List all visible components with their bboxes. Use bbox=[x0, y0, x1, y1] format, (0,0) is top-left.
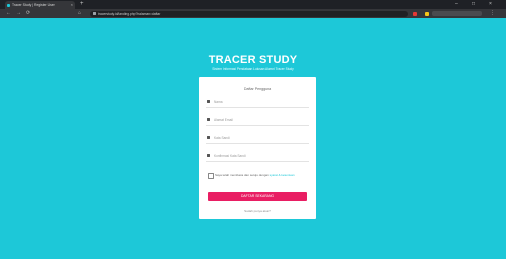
forward-button[interactable]: → bbox=[16, 9, 21, 18]
password-input[interactable] bbox=[214, 134, 306, 142]
agree-text: Saya telah membaca dan setuju dengan sya… bbox=[215, 173, 309, 177]
tab-title: Tracer Study | Register User bbox=[12, 3, 55, 7]
user-icon bbox=[207, 100, 210, 103]
terms-link[interactable]: syarat & ketentuan bbox=[270, 173, 295, 177]
register-button[interactable]: DAFTAR SEKARANG bbox=[208, 192, 307, 201]
browser-tab[interactable]: Tracer Study | Register User × bbox=[5, 1, 75, 9]
new-tab-button[interactable]: + bbox=[80, 0, 84, 9]
lock-icon bbox=[207, 154, 210, 157]
password-field bbox=[206, 133, 309, 144]
login-link[interactable]: Sudah punya akun? bbox=[199, 209, 316, 213]
browser-toolbar: ← → ⟳ ⌂ tracerstudy.id/landing.php?halam… bbox=[0, 9, 506, 18]
address-url: tracerstudy.id/landing.php?halaman=dafta… bbox=[98, 11, 161, 16]
minimize-button[interactable]: – bbox=[455, 0, 458, 9]
register-card-title: Daftar Pengguna bbox=[243, 87, 272, 91]
page-subtitle: Sistem Informasi Pendataan Lulusan Alumn… bbox=[212, 67, 294, 71]
email-field bbox=[206, 115, 309, 126]
back-button[interactable]: ← bbox=[6, 9, 11, 18]
home-button[interactable]: ⌂ bbox=[78, 9, 81, 18]
name-input[interactable] bbox=[214, 98, 306, 106]
extension-yellow-icon[interactable] bbox=[425, 12, 429, 16]
email-input[interactable] bbox=[214, 116, 306, 124]
agree-label: Saya telah membaca dan setuju dengan bbox=[215, 173, 269, 177]
page-title: TRACER STUDY bbox=[208, 54, 298, 66]
lock-icon bbox=[207, 136, 210, 139]
menu-button[interactable]: ⋮ bbox=[490, 9, 495, 18]
register-card: Daftar Pengguna Saya telah membaca dan s… bbox=[199, 77, 316, 219]
favicon-icon bbox=[7, 3, 10, 7]
confirm-password-field bbox=[206, 151, 309, 162]
close-window-button[interactable]: × bbox=[489, 0, 492, 9]
reload-button[interactable]: ⟳ bbox=[26, 9, 30, 18]
agree-checkbox[interactable] bbox=[208, 173, 214, 179]
extension-red-icon[interactable] bbox=[413, 12, 417, 16]
maximize-button[interactable]: □ bbox=[472, 0, 475, 9]
browser-tab-bar: Tracer Study | Register User × + – □ × bbox=[0, 0, 506, 9]
agree-terms: Saya telah membaca dan setuju dengan sya… bbox=[208, 173, 309, 185]
tab-close-icon[interactable]: × bbox=[71, 1, 73, 9]
confirm-password-input[interactable] bbox=[214, 152, 306, 160]
email-icon bbox=[207, 118, 210, 121]
address-bar[interactable]: tracerstudy.id/landing.php?halaman=dafta… bbox=[90, 10, 408, 17]
lock-icon bbox=[93, 12, 96, 15]
name-field bbox=[206, 97, 309, 108]
extension-search-bar[interactable] bbox=[432, 11, 482, 16]
